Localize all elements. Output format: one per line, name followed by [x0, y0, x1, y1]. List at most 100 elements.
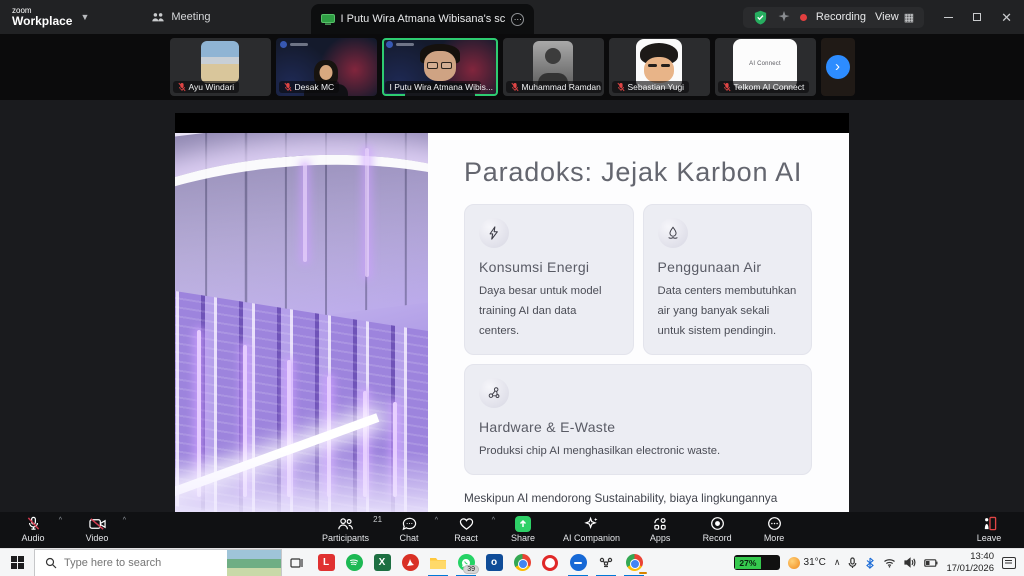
recording-label: Recording: [816, 11, 866, 23]
tray-expand-chevron[interactable]: ∧: [834, 557, 841, 568]
network-icon[interactable]: [883, 558, 896, 568]
audio-button[interactable]: ^ Audio: [16, 516, 50, 543]
muted-mic-icon: [284, 82, 292, 92]
search-icon: [45, 557, 57, 569]
share-button[interactable]: Share: [506, 516, 540, 543]
participant-tile-ayu[interactable]: Ayu Windari: [170, 38, 271, 96]
ai-companion-status-icon[interactable]: [777, 10, 791, 24]
encryption-shield-icon[interactable]: [753, 10, 768, 25]
slide-title: Paradoks: Jejak Karbon AI: [464, 157, 812, 188]
zoom-toolbar: ^ Audio ^ Video 21 Participants: [0, 512, 1024, 548]
app-excel[interactable]: X: [368, 549, 396, 576]
view-button[interactable]: View ▦: [875, 11, 914, 24]
notification-center-icon[interactable]: [1002, 557, 1016, 569]
next-page-button[interactable]: ›: [826, 55, 850, 79]
task-view-button[interactable]: [282, 549, 312, 576]
chrome-icon: [514, 554, 531, 571]
tab-screen-share[interactable]: I Putu Wira Atmana Wibisana's sc ⋯: [311, 4, 535, 34]
datacenter-image: [175, 133, 428, 512]
app-whatsapp[interactable]: 39: [452, 549, 480, 576]
tab-share-label: I Putu Wira Atmana Wibisana's sc: [341, 13, 506, 25]
app-lark[interactable]: L: [312, 549, 340, 576]
participants-label: Participants: [322, 533, 369, 543]
chat-options-chevron[interactable]: ^: [435, 517, 438, 524]
maximize-button[interactable]: [973, 13, 981, 21]
participant-name: Desak MC: [295, 82, 335, 92]
tray-mic-icon[interactable]: [848, 557, 857, 569]
more-button[interactable]: More: [757, 516, 791, 543]
shared-screen-area: Paradoks: Jejak Karbon AI Konsumsi Energ…: [0, 100, 1024, 512]
card-body: Data centers membutuhkan air yang banyak…: [658, 281, 798, 341]
participant-tile-telkom[interactable]: AI Connect Telkom AI Connect: [715, 38, 816, 96]
chat-button[interactable]: ^ Chat: [392, 516, 426, 543]
apps-icon: [653, 516, 667, 531]
react-options-chevron[interactable]: ^: [492, 517, 495, 524]
heart-icon: [459, 516, 474, 531]
clock[interactable]: 13:40 17/01/2026: [946, 551, 994, 575]
chat-icon: [402, 516, 417, 531]
tab-options-icon[interactable]: ⋯: [511, 13, 524, 26]
battery-widget[interactable]: 27%: [734, 555, 780, 570]
apps-button[interactable]: Apps: [643, 516, 677, 543]
more-icon: [767, 516, 782, 531]
participant-tile-active-speaker[interactable]: I Putu Wira Atmana Wibis...: [382, 38, 498, 96]
chrome-icon: [626, 554, 643, 571]
app-pdf[interactable]: [396, 549, 424, 576]
app-file-explorer[interactable]: [424, 549, 452, 576]
recording-dot-icon: [800, 14, 807, 21]
search-input[interactable]: [64, 557, 194, 569]
participant-tile-muhammad[interactable]: Muhammad Ramdan: [503, 38, 604, 96]
audio-label: Audio: [21, 533, 44, 543]
whatsapp-unread-badge: 39: [463, 565, 479, 574]
bluetooth-icon[interactable]: [865, 557, 875, 569]
share-screen-icon: [515, 516, 531, 532]
participants-count-badge: 21: [373, 515, 382, 524]
app-outlook[interactable]: o: [480, 549, 508, 576]
minimize-button[interactable]: [944, 17, 953, 18]
volume-icon[interactable]: [904, 557, 916, 568]
tab-meeting[interactable]: Meeting: [139, 0, 222, 34]
meeting-people-icon: [151, 11, 165, 23]
muted-mic-icon: [26, 516, 41, 531]
search-highlight-image[interactable]: [227, 550, 281, 576]
molecule-icon: [479, 378, 509, 408]
app-opera[interactable]: [536, 549, 564, 576]
slide-footer-text: Meskipun AI mendorong Sustainability, bi…: [464, 488, 812, 512]
app-chrome-profile[interactable]: [620, 549, 648, 576]
ai-companion-button[interactable]: AI Companion: [563, 516, 620, 543]
avatar: [201, 41, 239, 83]
participant-tile-sebastian[interactable]: Sebastian Yugi: [609, 38, 710, 96]
react-button[interactable]: ^ React: [449, 516, 483, 543]
participant-name: Ayu Windari: [189, 82, 235, 92]
close-button[interactable]: ✕: [1001, 11, 1012, 24]
leave-label: Leave: [977, 533, 1002, 543]
card-hardware-ewaste: Hardware & E-Waste Produksi chip AI meng…: [464, 364, 812, 475]
leave-button[interactable]: Leave: [972, 516, 1006, 543]
record-label: Record: [703, 533, 732, 543]
muted-camera-icon: [89, 516, 106, 531]
zoom-workplace-logo[interactable]: zoom Workplace ▼: [0, 7, 99, 27]
participants-button[interactable]: 21 Participants: [322, 516, 369, 543]
record-button[interactable]: Record: [700, 516, 734, 543]
muted-mic-icon: [178, 82, 186, 92]
status-pill: Recording View ▦: [743, 7, 924, 28]
video-button[interactable]: ^ Video: [80, 516, 114, 543]
leave-icon: [982, 516, 997, 531]
view-label: View: [875, 11, 899, 23]
taskbar-search[interactable]: [34, 549, 282, 576]
app-blue-circle[interactable]: [564, 549, 592, 576]
windows-taskbar: L X 39 o 27% 31°C: [0, 548, 1024, 576]
app-drone-tool[interactable]: [592, 549, 620, 576]
battery-icon[interactable]: [924, 559, 938, 567]
weather-sun-icon: [788, 557, 800, 569]
system-tray: 27% 31°C ∧ 13:40 17/01/2026: [734, 551, 1024, 575]
participant-tile-desak[interactable]: Desak MC: [276, 38, 377, 96]
video-options-chevron[interactable]: ^: [123, 517, 126, 524]
audio-options-chevron[interactable]: ^: [59, 517, 62, 524]
app-spotify[interactable]: [340, 549, 368, 576]
app-chrome[interactable]: [508, 549, 536, 576]
start-button[interactable]: [0, 549, 34, 576]
temperature-label: 31°C: [804, 557, 826, 568]
weather-widget[interactable]: 31°C: [788, 557, 826, 569]
drone-icon: [599, 557, 613, 569]
